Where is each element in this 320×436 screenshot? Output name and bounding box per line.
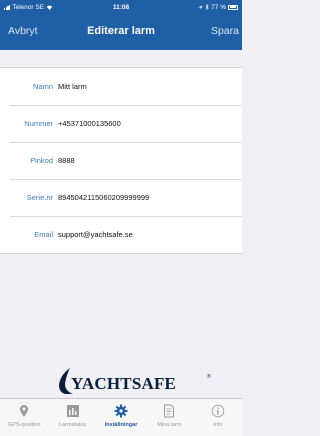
field-row-pincode[interactable]: Pinkod 8888	[0, 142, 242, 179]
carrier-name: Telenor SE	[12, 3, 45, 11]
page-title: Editerar larm	[87, 25, 155, 37]
save-button[interactable]: Spara	[211, 25, 239, 37]
gear-icon	[114, 404, 128, 418]
status-bar: Telenor SE 11:08 77 %	[0, 0, 242, 14]
field-row-serial[interactable]: Serie.nr 8945042115060209999999	[0, 179, 242, 216]
tab-label: Mina larm	[157, 422, 182, 428]
pincode-field[interactable]: 8888	[58, 156, 75, 165]
battery-icon	[228, 4, 238, 10]
document-icon	[164, 404, 175, 418]
bar-chart-icon	[66, 405, 79, 417]
status-right: 77 %	[198, 4, 238, 11]
tab-gps-position[interactable]: GPS-position	[0, 399, 48, 436]
email-label: Email	[34, 230, 53, 239]
info-icon	[211, 404, 225, 418]
logo-registered-mark: ®	[207, 374, 211, 380]
logo-text: YACHTSAFE	[71, 374, 177, 393]
serial-field[interactable]: 8945042115060209999999	[58, 193, 149, 202]
tab-info[interactable]: Info	[194, 399, 242, 436]
tab-bar: GPS-position Larmstatus Inställningar Mi…	[0, 398, 242, 436]
yachtsafe-logo: YACHTSAFE ®	[56, 367, 216, 397]
pincode-label: Pinkod	[30, 156, 53, 165]
location-arrow-icon	[198, 5, 203, 9]
name-label: Namn	[32, 82, 53, 91]
tab-alarm-status[interactable]: Larmstatus	[48, 399, 96, 436]
number-field[interactable]: +45371000135600	[58, 119, 121, 128]
alarm-form: Namn Mitt larm Nummer +45371000135600 Pi…	[0, 67, 242, 254]
map-pin-icon	[20, 405, 29, 417]
email-field[interactable]: support@yachtsafe.se	[58, 230, 133, 239]
signal-icon	[4, 5, 11, 10]
bluetooth-icon	[205, 4, 209, 10]
status-left: Telenor SE	[4, 4, 53, 11]
tab-label: Inställningar	[104, 422, 138, 428]
tab-label: Info	[213, 422, 223, 428]
tab-settings[interactable]: Inställningar	[97, 399, 145, 436]
battery-percent: 77 %	[211, 3, 226, 11]
field-row-email[interactable]: Email support@yachtsafe.se	[0, 216, 242, 253]
wifi-icon	[46, 5, 53, 10]
navigation-bar: Avbryt Editerar larm Spara	[0, 14, 242, 50]
field-row-number[interactable]: Nummer +45371000135600	[0, 105, 242, 142]
serial-label: Serie.nr	[26, 193, 53, 202]
name-field[interactable]: Mitt larm	[58, 82, 87, 91]
tab-my-alarms[interactable]: Mina larm	[145, 399, 193, 436]
tab-label: Larmstatus	[59, 422, 87, 428]
number-label: Nummer	[24, 119, 53, 128]
tab-label: GPS-position	[8, 422, 41, 428]
field-row-name[interactable]: Namn Mitt larm	[0, 68, 242, 105]
